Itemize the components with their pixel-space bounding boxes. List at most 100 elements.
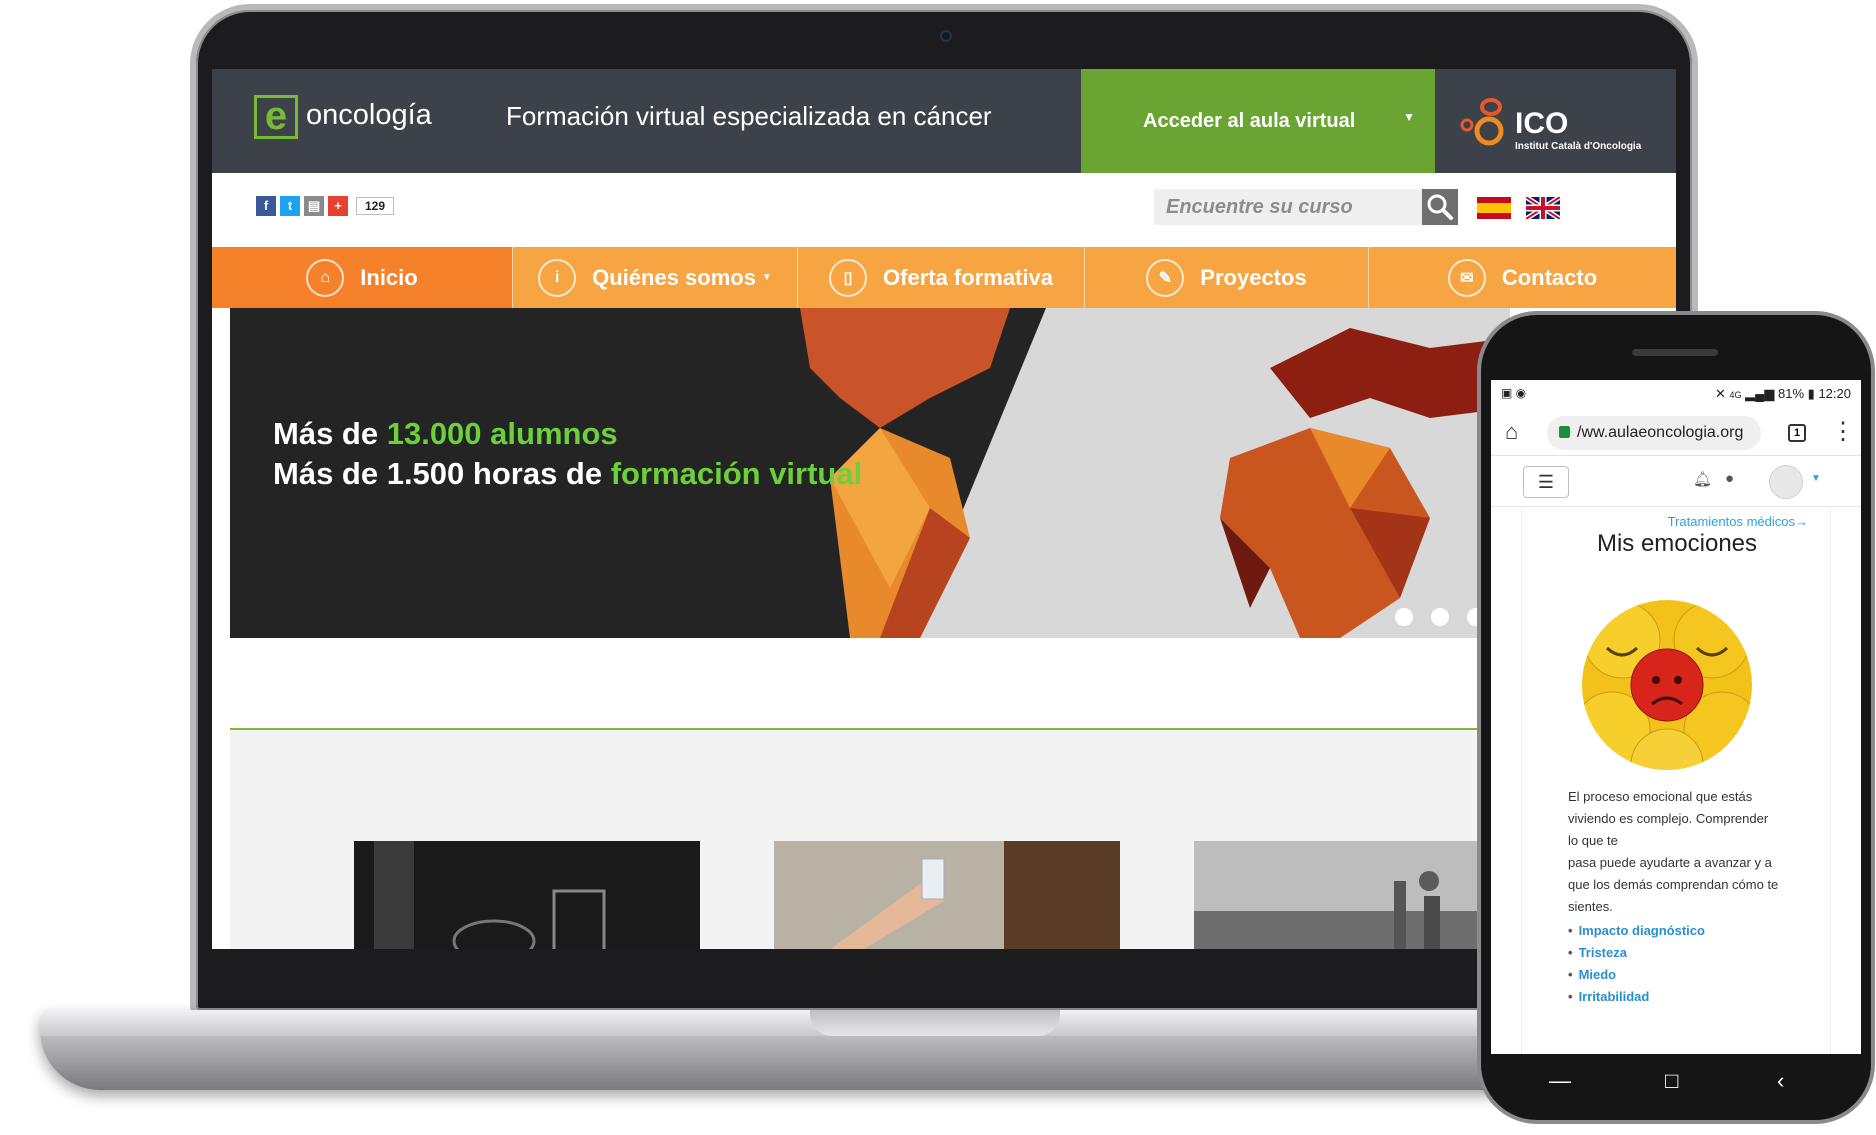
aula-virtual-button[interactable]: Acceder al aula virtual ▼ <box>1081 69 1435 173</box>
webcam <box>940 30 952 42</box>
ico-rings-icon <box>1460 98 1504 146</box>
status-right: ✕ 4G ▂▄▆ 81% ▮ 12:20 <box>1715 386 1851 402</box>
caret-down-icon: ▼ <box>761 272 772 283</box>
laptop-screen: e oncología Formación virtual especializ… <box>212 69 1676 949</box>
home-icon: ⌂ <box>306 258 345 297</box>
lesson-text-line: viviendo es complejo. Comprender <box>1568 811 1769 826</box>
caret-down-icon[interactable]: ▼ <box>1811 473 1821 484</box>
slider-dot[interactable] <box>1431 608 1449 626</box>
spain-flag-icon[interactable] <box>1477 197 1511 219</box>
lesson-content: Tratamientos médicos→ Mis emociones El p… <box>1521 508 1831 1054</box>
nav-label: Inicio <box>360 264 418 290</box>
url-text: /ww.aulaeoncologia.org <box>1577 424 1744 441</box>
battery-level: 81% <box>1778 386 1805 401</box>
nav-label: Quiénes somos <box>592 264 756 290</box>
lesson-text: El proceso emocional que estás viviendo … <box>1568 786 1818 918</box>
hero-slider[interactable]: Más de 13.000 alumnos Más de 1.500 horas… <box>230 308 1510 638</box>
logo-text[interactable]: oncología <box>306 99 432 132</box>
info-icon: i <box>538 258 577 297</box>
topic-link-impacto[interactable]: Impacto diagnóstico <box>1568 920 1705 942</box>
nav-label: Contacto <box>1501 264 1598 290</box>
nav-item-inicio[interactable]: ⌂ Inicio <box>212 247 513 308</box>
course-search-input[interactable]: Encuentre su curso <box>1154 189 1422 225</box>
thumb-lab-image[interactable] <box>354 841 700 949</box>
hero-text: Más de <box>273 416 387 451</box>
breadcrumb-link[interactable]: Tratamientos médicos→ <box>1668 514 1808 529</box>
hero-line-1: Más de 13.000 alumnos <box>273 416 618 452</box>
print-icon[interactable]: ▤ <box>304 196 324 216</box>
url-field[interactable]: /ww.aulaeoncologia.org <box>1547 416 1761 450</box>
nav-label: Proyectos <box>1200 264 1307 290</box>
topic-link-tristeza[interactable]: Tristeza <box>1568 942 1705 964</box>
nav-item-proyectos[interactable]: ✎ Proyectos <box>1085 247 1369 308</box>
facebook-icon[interactable]: f <box>256 196 276 216</box>
book-icon: ▯ <box>829 258 868 297</box>
hero-highlight: 13.000 alumnos <box>386 416 618 451</box>
bell-icon[interactable]: 🔔︎ <box>1693 470 1712 488</box>
nav-label: Oferta formativa <box>883 264 1053 290</box>
site-tagline: Formación virtual especializada en cánce… <box>506 101 992 131</box>
device-mockup: e oncología Formación virtual especializ… <box>0 0 1876 1135</box>
slider-dots <box>1395 608 1485 626</box>
twitter-icon[interactable]: t <box>280 196 300 216</box>
share-plus-icon[interactable]: + <box>328 196 348 216</box>
share-bar: f t ▤ + 129 <box>256 196 395 216</box>
thumb-vial-image[interactable] <box>774 841 1120 949</box>
search-button[interactable] <box>1422 189 1458 225</box>
lesson-text-line: El proceso emocional que estás <box>1568 789 1753 804</box>
nav-item-contacto[interactable]: ✉ Contacto <box>1369 247 1676 308</box>
mail-icon: ✉ <box>1447 258 1486 297</box>
browser-bar: ⌂ /ww.aulaeoncologia.org 1 ⋮ <box>1491 410 1861 456</box>
lesson-text-line: pasa puede ayudarte a avanzar y a <box>1568 855 1772 870</box>
clock: 12:20 <box>1818 386 1851 401</box>
topic-link-irritabilidad[interactable]: Irritabilidad <box>1568 986 1705 1008</box>
hero-text: Más de 1.500 horas de <box>273 456 611 491</box>
pencil-icon: ✎ <box>1146 258 1185 297</box>
status-bar: ▣ ◉ ✕ 4G ▂▄▆ 81% ▮ 12:20 <box>1491 380 1861 408</box>
lab-glassware-image <box>374 841 606 949</box>
hamburger-menu-icon[interactable]: ☰ <box>1523 466 1569 498</box>
emotions-image <box>1582 600 1752 770</box>
more-vert-icon[interactable]: ⋮ <box>1831 418 1855 446</box>
nav-item-oferta-formativa[interactable]: ▯ Oferta formativa <box>798 247 1085 308</box>
avatar[interactable] <box>1769 465 1803 499</box>
overview-square-icon[interactable]: □ <box>1665 1068 1678 1094</box>
slider-dot[interactable] <box>1395 608 1413 626</box>
uk-flag-icon[interactable] <box>1526 197 1560 219</box>
topic-link-miedo[interactable]: Miedo <box>1568 964 1705 986</box>
phone-screen: ▣ ◉ ✕ 4G ▂▄▆ 81% ▮ 12:20 ⌂ /ww.aulaeonco… <box>1491 380 1861 1054</box>
ico-name: ICO <box>1515 107 1569 140</box>
android-nav-bar: — □ ‹ <box>1491 1054 1861 1112</box>
back-chevron-icon[interactable]: ‹ <box>1777 1068 1784 1094</box>
logo-e-icon[interactable]: e <box>254 95 298 139</box>
mute-icon: ✕ <box>1715 386 1726 401</box>
lesson-text-line: lo que te <box>1568 833 1618 848</box>
ico-subtitle: Institut Català d'Oncologia <box>1515 141 1642 152</box>
caret-down-icon: ▼ <box>1403 110 1415 124</box>
phone-speaker <box>1632 349 1718 356</box>
topic-links: Impacto diagnóstico Tristeza Miedo Irrit… <box>1568 920 1705 1008</box>
network-type: 4G <box>1729 390 1742 400</box>
hand-vial-image <box>774 841 1120 949</box>
signal-icon: ▂▄▆ <box>1745 386 1775 401</box>
ico-logo[interactable]: ICO Institut Català d'Oncologia <box>1435 69 1676 173</box>
app-bar: ☰ 🔔︎ ● ▼ <box>1491 457 1861 507</box>
lesson-text-line: que los demás comprendan cómo te <box>1568 877 1779 892</box>
search-icon <box>1427 194 1453 220</box>
nav-item-quienes-somos[interactable]: i Quiénes somos ▼ <box>513 247 798 308</box>
home-icon[interactable]: ⌂ <box>1505 419 1518 445</box>
main-nav: ⌂ Inicio i Quiénes somos ▼ ▯ Oferta form… <box>212 247 1676 308</box>
lock-icon <box>1559 426 1570 438</box>
tab-count-icon[interactable]: 1 <box>1788 424 1806 442</box>
lesson-text-line: sientes. <box>1568 899 1613 914</box>
hero-highlight: formación virtual <box>610 456 863 491</box>
chat-icon[interactable]: ● <box>1725 470 1734 487</box>
back-dash-icon[interactable]: — <box>1549 1068 1571 1094</box>
page-title: Mis emociones <box>1596 530 1758 557</box>
aula-virtual-label: Acceder al aula virtual <box>1143 110 1356 132</box>
share-count: 129 <box>356 197 395 215</box>
hero-line-2: Más de 1.500 horas de formación virtual <box>273 456 862 492</box>
battery-icon: ▮ <box>1807 386 1815 401</box>
laptop-notch <box>810 1010 1060 1036</box>
smiley-faces-image <box>1582 600 1752 770</box>
